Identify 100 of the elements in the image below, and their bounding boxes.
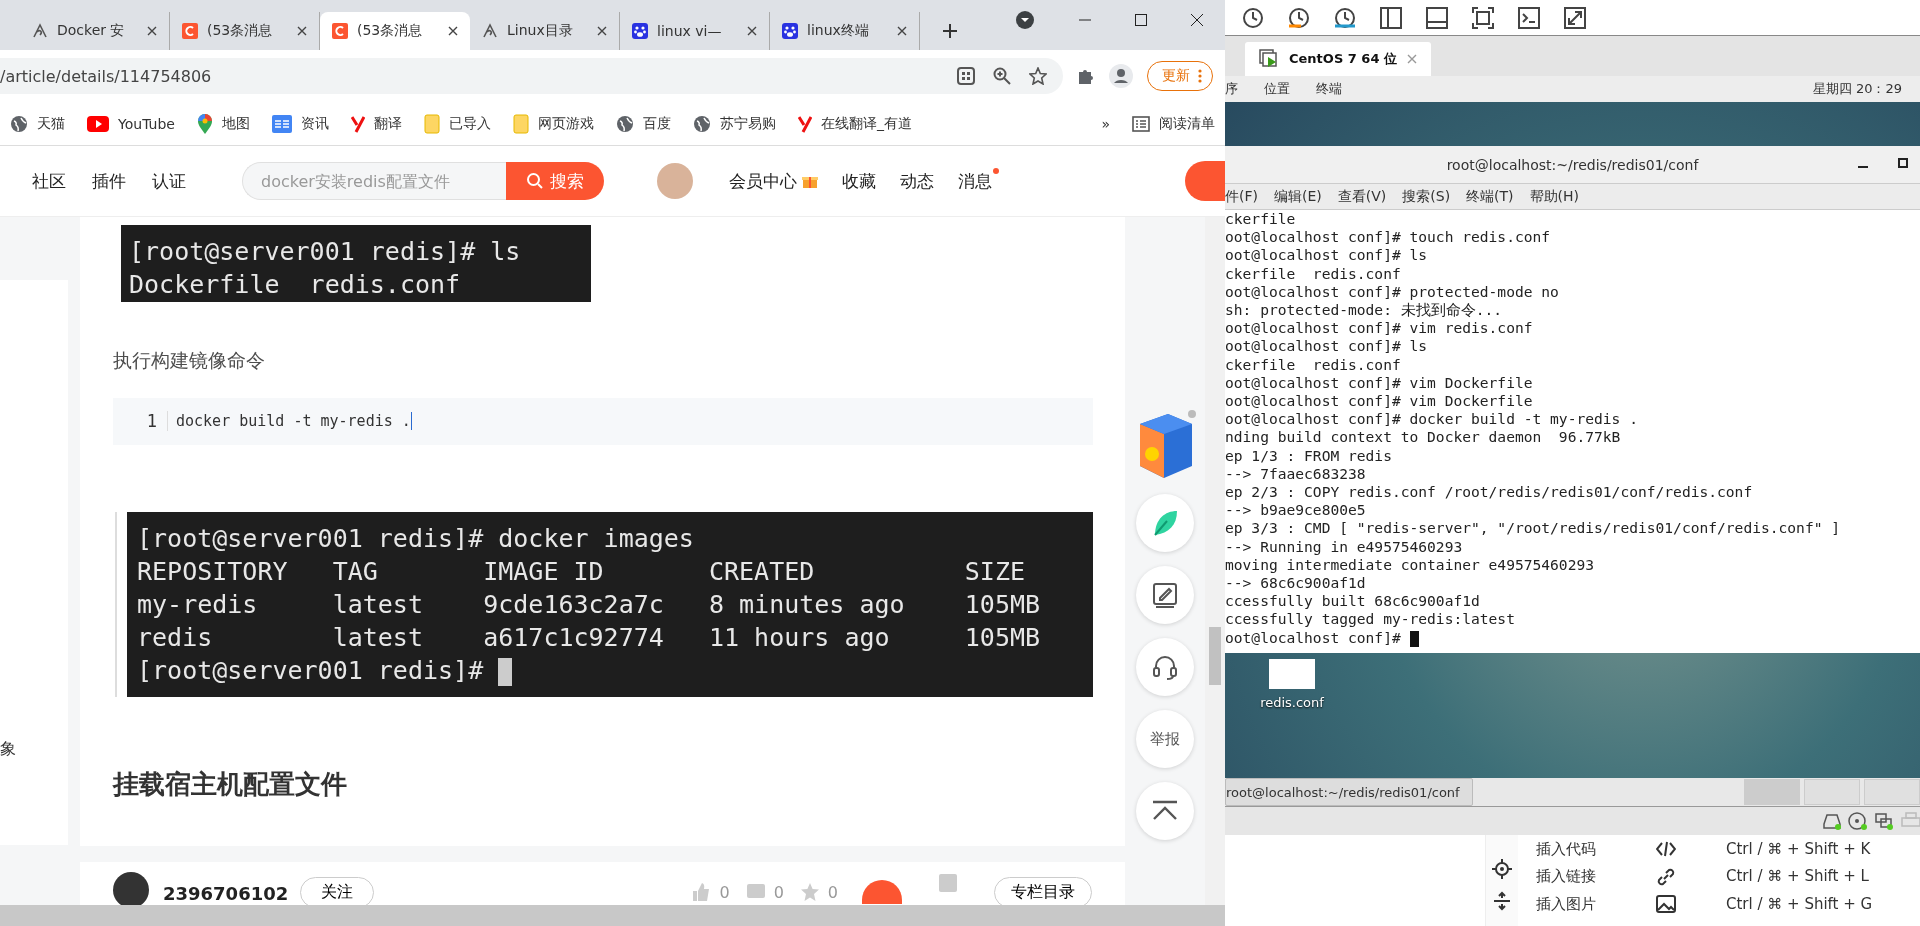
taskbar-item[interactable]: root@localhost:~/redis/redis01/conf: [1225, 778, 1473, 806]
console-icon[interactable]: [1517, 5, 1541, 30]
stretch-icon[interactable]: [1563, 5, 1587, 30]
terminal-line: --> 7faaec683238: [1225, 464, 1367, 484]
menu-item[interactable]: 编辑(E): [1274, 187, 1322, 206]
tab-close-icon[interactable]: [897, 26, 907, 36]
terminal-line: [root@server001 redis]# docker images: [137, 522, 695, 555]
bookmark[interactable]: 网页游戏: [512, 113, 594, 134]
zoom-icon[interactable]: [993, 67, 1011, 85]
tab-close-icon[interactable]: [297, 26, 307, 36]
bookmark[interactable]: 资讯: [271, 114, 329, 133]
tab-close-icon[interactable]: [147, 26, 157, 36]
bookmark[interactable]: 天猫: [10, 114, 65, 133]
terminal-line: ckerfile redis.conf: [1225, 264, 1402, 283]
menu-item[interactable]: 终端(T): [1466, 187, 1514, 206]
top-bar-menu[interactable]: 位置: [1264, 80, 1290, 98]
more-bookmarks[interactable]: »: [1101, 115, 1110, 132]
nav-link[interactable]: 社区: [32, 169, 66, 193]
browser-tab[interactable]: linux终端: [770, 12, 920, 50]
header-link[interactable]: 收藏: [842, 169, 876, 193]
snapshot-icon[interactable]: [1287, 5, 1311, 30]
bookmark[interactable]: 苏宁易购: [692, 114, 776, 133]
write-button[interactable]: [1185, 161, 1225, 201]
snapshot-icon[interactable]: [1241, 5, 1265, 30]
column-catalog-button[interactable]: 专栏目录: [994, 876, 1092, 905]
tab-close-icon[interactable]: [448, 26, 458, 36]
tab-close-icon[interactable]: [597, 26, 607, 36]
csdn-logo-icon: [332, 23, 348, 39]
nav-link[interactable]: 认证: [152, 169, 186, 193]
terminal-line: oot@localhost conf]# vim redis.conf: [1225, 319, 1534, 338]
bookmark[interactable]: 地图: [196, 113, 250, 134]
workspace-switcher[interactable]: [1864, 779, 1920, 805]
tab-close-icon[interactable]: [747, 26, 757, 36]
star-icon[interactable]: [1029, 67, 1047, 85]
fullscreen-icon[interactable]: [1471, 5, 1495, 30]
search-field[interactable]: docker安装redis配置文件: [242, 162, 506, 200]
menu-item[interactable]: 查看(V): [1337, 187, 1387, 206]
reward-icon[interactable]: [862, 880, 902, 905]
browser-tab[interactable]: Linux目录: [470, 12, 620, 50]
bookmark[interactable]: 百度: [615, 114, 671, 133]
paw-logo-icon: [782, 23, 798, 39]
browser-tab[interactable]: linux vi—: [620, 12, 770, 50]
nav-link[interactable]: 插件: [92, 169, 126, 193]
header-link[interactable]: 消息: [958, 169, 992, 193]
author-avatar[interactable]: [113, 872, 149, 905]
snapshot-icon[interactable]: [1333, 5, 1357, 30]
globe-icon: [10, 114, 28, 133]
maximize-icon[interactable]: [1135, 14, 1147, 26]
maximize-icon[interactable]: [1898, 158, 1908, 168]
menu-item[interactable]: 插入链接: [1536, 867, 1656, 887]
terminal-line: Dockerfile redis.conf: [129, 269, 462, 301]
line-number: 1: [113, 411, 168, 432]
menu-item[interactable]: 帮助(H): [1529, 187, 1580, 206]
bookmark[interactable]: YouTube: [87, 115, 175, 132]
bookmark[interactable]: 在线翻译_有道: [797, 114, 912, 133]
section-heading: 执行构建镜像命令: [113, 347, 266, 373]
close-icon[interactable]: [1191, 14, 1203, 26]
floating-tool-button[interactable]: [1136, 566, 1194, 624]
profile-icon[interactable]: [1109, 64, 1133, 88]
workspace-switcher[interactable]: [1744, 779, 1800, 805]
desktop-file[interactable]: redis.conf: [1257, 659, 1327, 710]
top-bar-menu[interactable]: 终端: [1316, 80, 1342, 98]
floating-tool-button[interactable]: [1136, 638, 1194, 696]
qr-grid-icon[interactable]: [957, 67, 975, 85]
tab-search-icon[interactable]: [1015, 10, 1035, 30]
browser-tab[interactable]: Docker 安: [20, 12, 170, 50]
menu-item[interactable]: 插入代码: [1536, 840, 1656, 859]
shortcut-keys: Ctrl / ⌘ + Shift + K: [1726, 840, 1920, 859]
author-name[interactable]: 2396706102: [163, 882, 289, 904]
workspace-switcher[interactable]: [1804, 779, 1860, 805]
report-button[interactable]: 举报: [1136, 710, 1194, 768]
swirl-logo-icon: [482, 23, 498, 39]
floating-tool-button[interactable]: [1136, 782, 1194, 840]
resize-icon[interactable]: [1492, 891, 1512, 911]
section-heading: 挂载宿主机配置文件: [113, 767, 348, 801]
follow-button[interactable]: 关注: [300, 876, 375, 905]
menu-item[interactable]: 插入图片: [1536, 895, 1656, 914]
vm-tab[interactable]: CentOS 7 64 位: [1245, 42, 1431, 76]
edit-icon[interactable]: [1151, 581, 1179, 609]
search-icon: [526, 172, 544, 190]
menu-item[interactable]: 搜索(S): [1402, 187, 1451, 206]
network-icon: [1874, 812, 1894, 830]
panel-icon[interactable]: [1379, 5, 1403, 30]
clock[interactable]: 星期四 20：29: [1812, 80, 1902, 98]
panel-icon[interactable]: [1425, 5, 1449, 30]
target-icon[interactable]: [1492, 859, 1512, 879]
browser-tab[interactable]: (53条消息: [320, 12, 470, 50]
folder-icon: [512, 113, 529, 134]
top-bar-menu[interactable]: 序: [1225, 80, 1238, 98]
new-tab-icon[interactable]: [942, 23, 958, 39]
bookmark[interactable]: 已导入: [423, 113, 491, 134]
header-link[interactable]: 动态: [900, 169, 934, 193]
menu-item[interactable]: 件(F): [1225, 187, 1258, 206]
header-link[interactable]: 会员中心: [729, 169, 818, 193]
globe-icon: [615, 114, 634, 133]
bookmark[interactable]: 翻译: [350, 114, 402, 133]
puzzle-icon[interactable]: [1077, 67, 1095, 85]
reading-list[interactable]: 阅读清单: [1132, 114, 1215, 133]
browser-tab[interactable]: (53条消息: [170, 12, 320, 50]
headset-icon[interactable]: [1151, 653, 1179, 681]
